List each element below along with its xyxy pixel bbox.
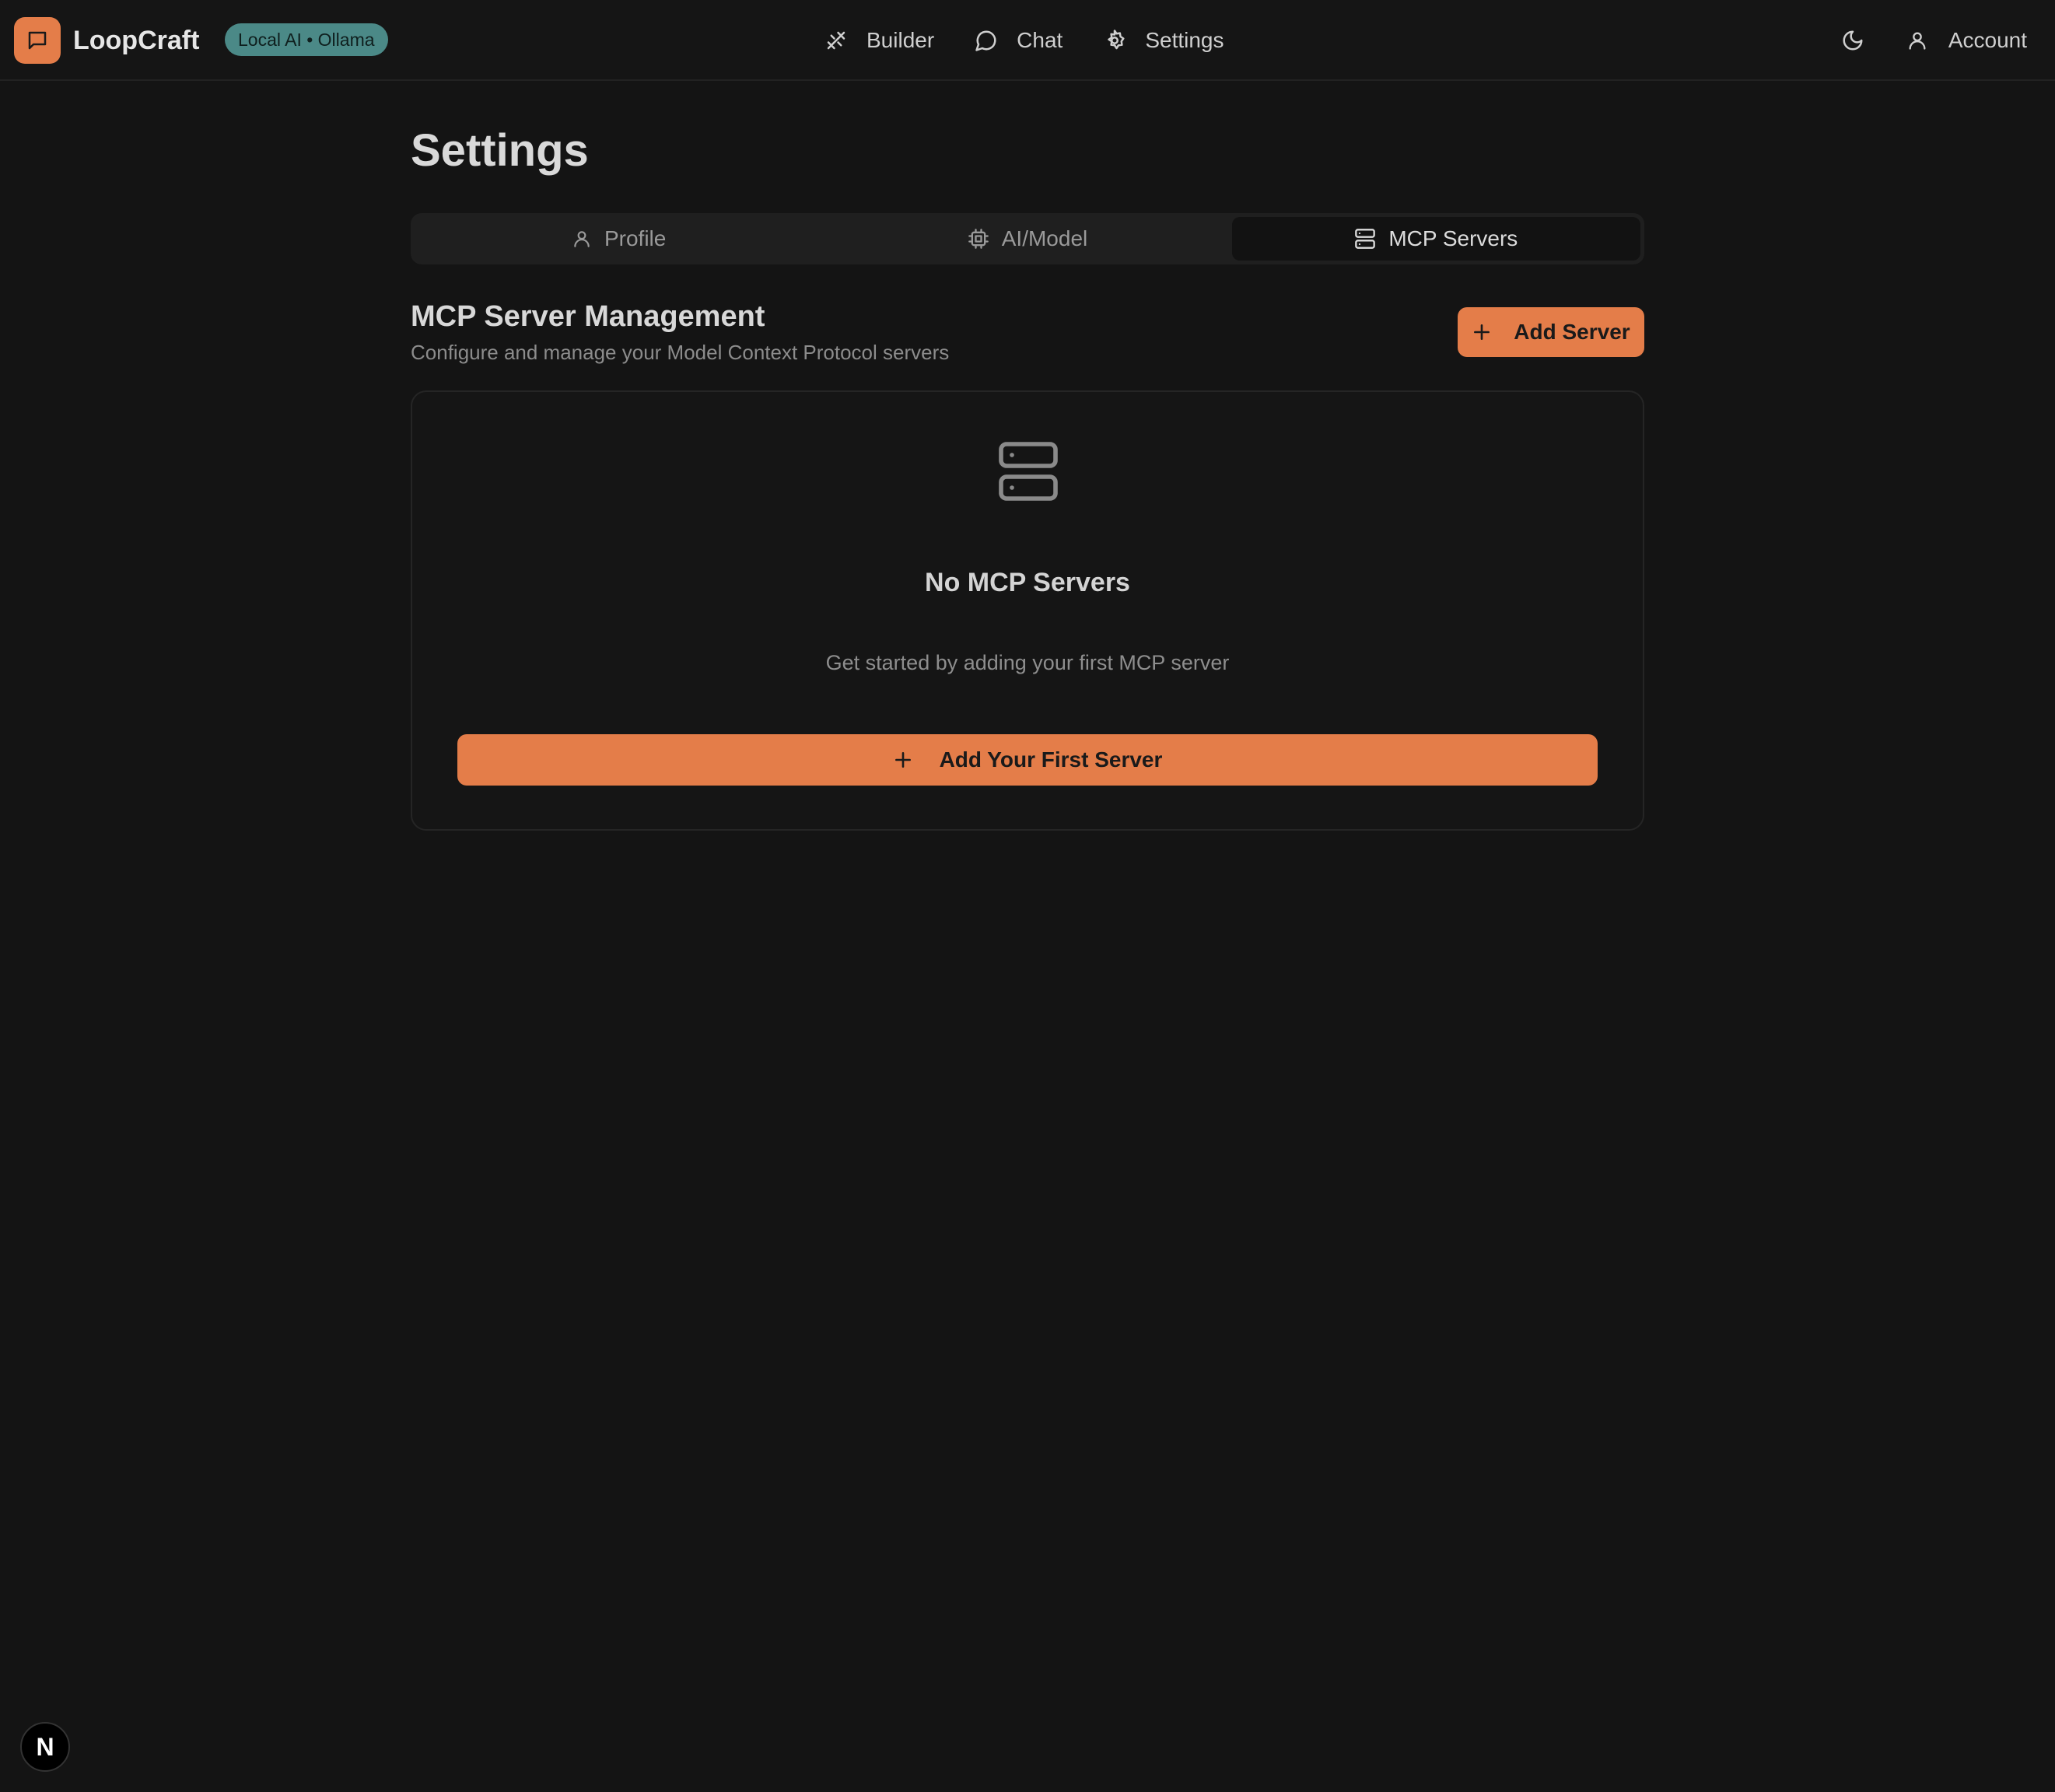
plus-icon [1474, 324, 1490, 340]
empty-state-card: No MCP Servers Get started by adding you… [411, 390, 1644, 831]
builder-icon [827, 31, 845, 50]
nav-item-label: Chat [1017, 28, 1063, 52]
account-link[interactable]: Account [1906, 28, 2027, 53]
tab-ai-model[interactable]: AI/Model [823, 217, 1231, 261]
nav-item-settings[interactable]: Settings [1103, 28, 1224, 53]
add-first-server-button[interactable]: Add Your First Server [457, 734, 1598, 786]
tab-mcp-servers[interactable]: MCP Servers [1231, 217, 1640, 261]
next-dev-indicator[interactable]: N [20, 1722, 70, 1772]
nav-item-builder[interactable]: Builder [824, 28, 934, 53]
section-subtitle: Configure and manage your Model Context … [411, 341, 950, 364]
server-icon [999, 442, 1058, 501]
gear-icon [1108, 30, 1125, 50]
nav-item-chat[interactable]: Chat [975, 28, 1063, 53]
plus-icon [894, 752, 911, 768]
cpu-icon [968, 229, 989, 249]
top-right-actions: Account [1841, 22, 2027, 59]
user-icon [574, 231, 590, 247]
add-server-label: Add Server [1514, 320, 1630, 344]
chat-icon [975, 30, 996, 51]
local-ai-badge: Local AI • Ollama [225, 23, 388, 56]
logo-chat-icon [14, 17, 61, 64]
account-label: Account [1948, 28, 2027, 52]
user-icon [1909, 32, 1926, 50]
empty-state-subtitle: Get started by adding your first MCP ser… [825, 651, 1230, 674]
moon-icon [1843, 30, 1863, 51]
page-title: Settings [411, 125, 589, 176]
add-server-button[interactable]: Add Server [1458, 307, 1644, 357]
server-icon [1355, 229, 1376, 249]
empty-state-title: No MCP Servers [925, 568, 1130, 597]
tab-label: AI/Model [1001, 226, 1088, 250]
settings-tabs: Profile AI/Model MCP Servers [411, 213, 1644, 264]
main-nav: Builder Chat Settings [824, 22, 1265, 59]
nav-item-label: Builder [866, 28, 935, 52]
tab-profile[interactable]: Profile [415, 217, 823, 261]
theme-toggle-button[interactable] [1841, 29, 1864, 52]
tab-label: MCP Servers [1388, 226, 1518, 250]
add-first-server-label: Add Your First Server [939, 747, 1163, 772]
top-navigation-bar: LoopCraft Local AI • Ollama Builder Chat [0, 0, 2055, 81]
nav-item-label: Settings [1145, 28, 1224, 52]
brand[interactable]: LoopCraft [14, 17, 199, 64]
next-dev-indicator-label: N [36, 1732, 54, 1761]
app-name: LoopCraft [73, 25, 200, 55]
section-title: MCP Server Management [411, 300, 765, 333]
tab-label: Profile [604, 226, 667, 250]
